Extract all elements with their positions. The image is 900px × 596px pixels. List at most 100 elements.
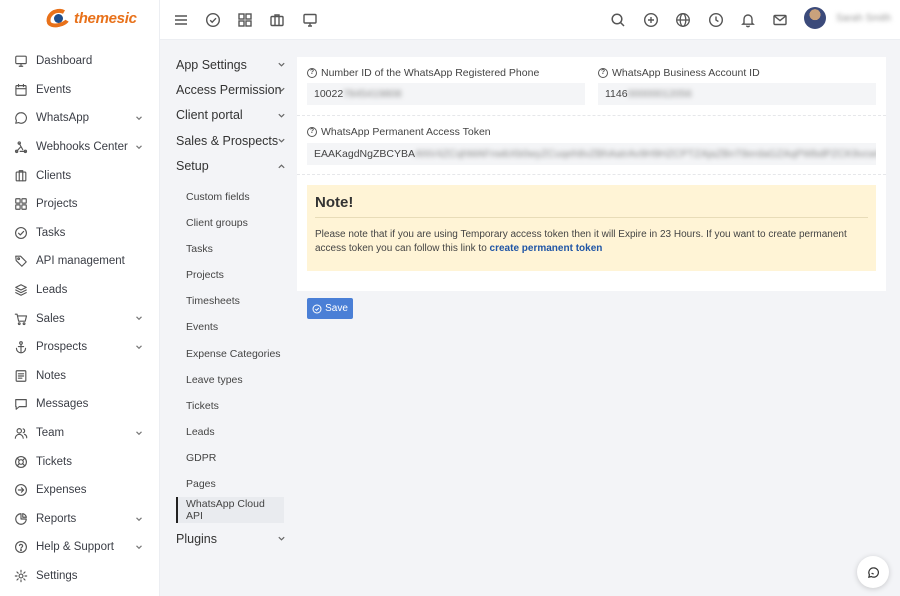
sidebar-item-messages[interactable]: Messages [0, 390, 160, 419]
sidebar-item-label: Projects [36, 198, 78, 211]
sidebar-item-dashboard[interactable]: Dashboard [0, 47, 160, 76]
sidebar-item-expenses[interactable]: Expenses [0, 476, 160, 505]
setup-item-timesheets[interactable]: Timesheets [166, 288, 290, 314]
chat-fab[interactable] [857, 556, 889, 588]
setup-item-tickets[interactable]: Tickets [166, 393, 290, 419]
business-id-label: ? WhatsApp Business Account ID [598, 67, 760, 79]
sidebar-item-notes[interactable]: Notes [0, 362, 160, 391]
settings-group-client-portal[interactable]: Client portal [166, 103, 290, 128]
setup-item-client-groups[interactable]: Client groups [166, 210, 290, 236]
phone-id-masked: 7845419808 [343, 88, 402, 100]
sidebar-item-label: API management [36, 255, 125, 268]
sidebar-item-settings[interactable]: Settings [0, 562, 160, 591]
sidebar-item-prospects[interactable]: Prospects [0, 333, 160, 362]
logo-mark-icon [44, 6, 72, 30]
plus-circle-icon[interactable] [642, 11, 660, 29]
sidebar-item-label: Sales [36, 312, 65, 325]
divider [297, 174, 886, 175]
mail-icon[interactable] [771, 11, 789, 29]
check-circle-icon [312, 303, 322, 314]
sidebar-item-label: Messages [36, 398, 89, 411]
sidebar-item-label: Reports [36, 512, 77, 525]
setup-item-gdpr[interactable]: GDPR [166, 445, 290, 471]
settings-group-label: App Settings [176, 57, 247, 72]
grid-icon[interactable] [236, 11, 254, 29]
brand-logo[interactable]: themesic [44, 6, 137, 30]
sidebar-item-events[interactable]: Events [0, 76, 160, 105]
bell-icon[interactable] [739, 11, 757, 29]
setup-submenu: Custom fields Client groups Tasks Projects T… [166, 184, 290, 524]
divider [297, 115, 886, 116]
sidebar-item-whatsapp[interactable]: WhatsApp [0, 104, 160, 133]
monitor-icon [14, 54, 28, 68]
logo-text: themesic [74, 9, 137, 27]
grid-icon [14, 197, 28, 211]
settings-group-label: Sales & Prospects [176, 133, 279, 148]
business-id-masked: 00000012056 [627, 88, 692, 100]
chevron-down-icon [278, 62, 285, 67]
sidebar-item-tasks[interactable]: Tasks [0, 219, 160, 248]
sidebar-item-api-management[interactable]: API management [0, 247, 160, 276]
settings-group-access-permission[interactable]: Access Permission [166, 77, 290, 102]
note-box: Note! Please note that if you are using … [307, 185, 876, 271]
settings-group-plugins[interactable]: Plugins [166, 526, 290, 551]
menu-icon[interactable] [172, 11, 190, 29]
briefcase-icon[interactable] [268, 11, 286, 29]
sidebar-item-clients[interactable]: Clients [0, 161, 160, 190]
sidebar-item-projects[interactable]: Projects [0, 190, 160, 219]
setup-item-pages[interactable]: Pages [166, 471, 290, 497]
settings-menu: App Settings Access Permission Client port… [166, 52, 290, 552]
setup-item-leads[interactable]: Leads [166, 419, 290, 445]
settings-group-label: Plugins [176, 531, 217, 546]
user-name[interactable]: Sarah Smith [836, 13, 891, 24]
message-icon [14, 397, 28, 411]
sidebar-item-label: WhatsApp [36, 112, 90, 125]
sidebar-item-sales[interactable]: Sales [0, 304, 160, 333]
sidebar-item-team[interactable]: Team [0, 419, 160, 448]
chat-icon [14, 111, 28, 125]
phone-id-input[interactable]: 10022 7845419808 [307, 83, 585, 105]
business-id-input[interactable]: 1146 00000012056 [598, 83, 876, 105]
sidebar-item-leads[interactable]: Leads [0, 276, 160, 305]
setup-item-projects[interactable]: Projects [166, 262, 290, 288]
save-button[interactable]: Save [307, 298, 353, 319]
check-circle-icon [14, 226, 28, 240]
chevron-down-icon [136, 316, 142, 321]
setup-item-expense-categories[interactable]: Expense Categories [166, 341, 290, 367]
sidebar-item-reports[interactable]: Reports [0, 505, 160, 534]
chevron-down-icon [278, 88, 285, 93]
sidebar-item-tickets[interactable]: Tickets [0, 447, 160, 476]
settings-group-label: Access Permission [176, 83, 282, 98]
token-input[interactable]: EAAKagdNgZBCYBA ANV4ZCqhMAFnwbXb0wyZCuqeh… [307, 143, 876, 165]
sidebar-item-label: Settings [36, 569, 78, 582]
tag-icon [14, 254, 28, 268]
business-id-value: 1146 [605, 88, 628, 100]
sidebar-item-label: Notes [36, 369, 67, 382]
sidebar-item-help-support[interactable]: Help & Support [0, 533, 160, 562]
avatar[interactable] [804, 7, 826, 29]
monitor-icon[interactable] [301, 11, 319, 29]
setup-item-events[interactable]: Events [166, 314, 290, 340]
setup-item-tasks[interactable]: Tasks [166, 236, 290, 262]
setup-item-leave-types[interactable]: Leave types [166, 367, 290, 393]
search-icon[interactable] [609, 11, 627, 29]
check-circle-icon[interactable] [204, 11, 222, 29]
settings-group-setup[interactable]: Setup [166, 154, 290, 179]
clock-icon[interactable] [707, 11, 725, 29]
help-icon: ? [307, 127, 317, 137]
globe-icon[interactable] [674, 11, 692, 29]
chevron-down-icon [278, 138, 285, 143]
lifebuoy-icon [14, 455, 28, 469]
calendar-icon [14, 83, 28, 97]
chevron-down-icon [136, 345, 142, 350]
settings-group-app-settings[interactable]: App Settings [166, 52, 290, 77]
business-id-label-text: WhatsApp Business Account ID [612, 67, 760, 79]
setup-item-whatsapp-cloud-api[interactable]: WhatsApp Cloud API [176, 497, 284, 524]
settings-group-sales-prospects[interactable]: Sales & Prospects [166, 128, 290, 153]
sidebar-item-webhooks-center[interactable]: Webhooks Center [0, 133, 160, 162]
chevron-up-icon [278, 163, 285, 168]
anchor-icon [14, 340, 28, 354]
create-permanent-token-link[interactable]: create permanent token [490, 243, 603, 254]
setup-item-custom-fields[interactable]: Custom fields [166, 184, 290, 210]
arrow-circle-icon [14, 483, 28, 497]
